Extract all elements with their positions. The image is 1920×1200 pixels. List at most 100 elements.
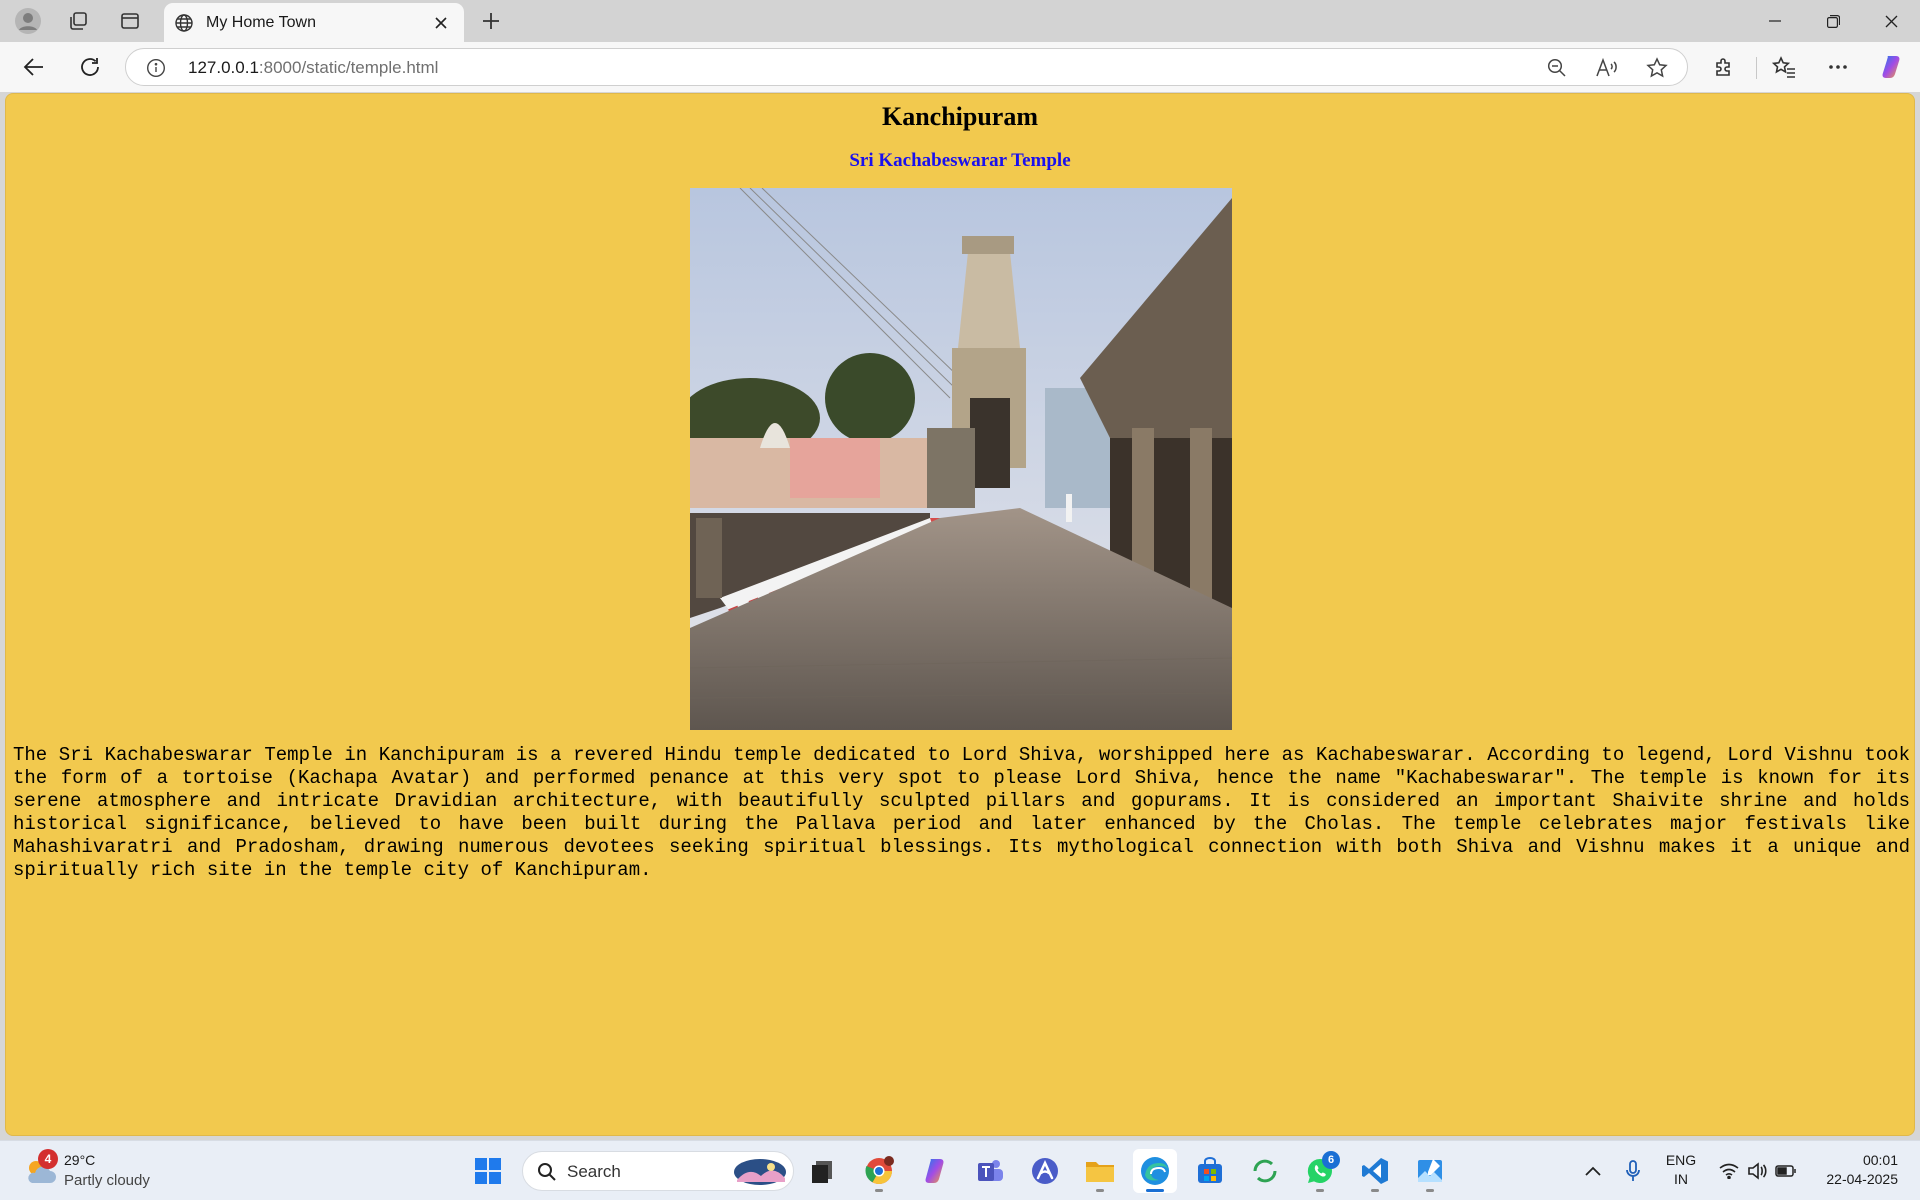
taskbar-search[interactable]: Search [522,1151,794,1191]
plus-icon [483,13,499,29]
url-path: :8000/static/temple.html [258,58,439,77]
store-icon [1198,1157,1222,1183]
volume-icon [1748,1162,1767,1180]
show-hidden-icons-button[interactable] [1580,1151,1606,1191]
copilot-icon [925,1159,944,1183]
new-tab-button[interactable] [474,6,508,36]
address-bar[interactable]: 127.0.0.1:8000/static/temple.html [125,48,1688,86]
page-subheading: Sri Kachabeswarar Temple [849,150,1071,171]
workspaces-icon [70,12,87,30]
wifi-icon [1719,1163,1739,1179]
favorite-button[interactable] [1646,57,1668,79]
input-language[interactable]: ENG IN [1660,1151,1702,1189]
star-icon [1646,57,1668,78]
extensions-button[interactable] [1706,50,1742,84]
settings-menu-button[interactable] [1820,50,1856,84]
page-paragraph: The Sri Kachabeswarar Temple in Kanchipu… [13,744,1910,881]
weather-badge: 4 [38,1149,58,1169]
taskbar-task-view[interactable] [801,1149,845,1193]
teams-icon [978,1160,1003,1181]
page-viewport: Kanchipuram Sri Kachabeswarar Temple The… [5,93,1915,1136]
workspaces-button[interactable] [58,6,98,36]
windows-icon [475,1158,501,1184]
restore-button[interactable] [1804,0,1862,42]
toolbar-divider [1756,57,1757,79]
browser-toolbar: 127.0.0.1:8000/static/temple.html [0,42,1920,92]
running-indicator [1371,1189,1379,1192]
search-icon [538,1163,556,1181]
read-aloud-icon [1596,58,1617,77]
start-button[interactable] [466,1149,510,1193]
zoom-button[interactable] [1546,57,1568,79]
read-aloud-button[interactable] [1596,57,1618,79]
system-status-button[interactable] [1716,1151,1800,1191]
arrow-left-icon [23,58,43,76]
running-indicator [1096,1189,1104,1192]
taskbar-refresh-app[interactable] [1243,1149,1287,1193]
refresh-icon [81,58,99,76]
url-text[interactable]: 127.0.0.1:8000/static/temple.html [188,58,438,78]
taskbar-arc[interactable] [1023,1149,1067,1193]
copilot-icon [1882,56,1900,78]
clock-time: 00:01 [1862,1152,1898,1168]
close-window-button[interactable] [1862,0,1920,42]
more-dots-icon [1829,65,1847,69]
tab-title: My Home Town [206,13,316,31]
taskbar-chrome[interactable] [857,1149,901,1193]
folder-icon [1086,1162,1114,1182]
weather-widget[interactable]: 4 29°C Partly cloudy [20,1149,170,1193]
minimize-button[interactable] [1746,0,1804,42]
tab-close-button[interactable] [430,12,452,34]
running-indicator [1146,1189,1164,1192]
edge-icon [1141,1157,1169,1185]
taskbar-whatsapp[interactable]: 6 [1298,1149,1342,1193]
taskbar-file-explorer[interactable] [1078,1149,1122,1193]
close-icon [435,16,447,29]
taskbar-copilot[interactable] [913,1149,957,1193]
running-indicator [875,1189,883,1192]
running-indicator [1316,1189,1324,1192]
region-code: IN [1674,1171,1688,1187]
favorites-list-icon [1772,56,1795,78]
refresh-button[interactable] [72,50,108,84]
task-view-icon [812,1161,832,1183]
language-code: ENG [1665,1152,1697,1168]
profile-icon [15,8,41,34]
page-heading: Kanchipuram [881,102,1039,131]
close-icon [1885,15,1897,27]
paint-icon [1418,1159,1442,1182]
restore-icon [1826,14,1840,28]
whatsapp-badge: 6 [1322,1151,1340,1169]
weather-temperature: 29°C [64,1152,96,1168]
profile-button[interactable] [8,6,48,36]
info-icon[interactable] [146,58,166,78]
favorites-button[interactable] [1766,50,1802,84]
minimize-icon [1769,20,1781,22]
zoom-out-icon [1547,58,1566,77]
clock-date: 22-04-2025 [1826,1171,1898,1187]
tab-actions-button[interactable] [110,6,150,36]
taskbar-vscode[interactable] [1353,1149,1397,1193]
chrome-icon [865,1156,894,1185]
search-placeholder: Search [567,1162,621,1181]
copilot-button[interactable] [1874,50,1910,84]
weather-description: Partly cloudy [64,1172,150,1189]
taskbar: 4 29°C Partly cloudy Search 6 ENG IN 00:… [0,1140,1920,1200]
microphone-button[interactable] [1620,1151,1646,1191]
vscode-icon [1362,1158,1388,1184]
globe-icon [175,13,193,32]
search-highlight-icon [734,1159,786,1185]
microphone-icon [1626,1160,1640,1181]
battery-icon [1775,1165,1796,1177]
circular-arrows-icon [1253,1159,1277,1183]
taskbar-store[interactable] [1188,1149,1232,1193]
temple-photo [690,188,1232,730]
arc-icon [1032,1158,1058,1184]
taskbar-teams[interactable] [968,1149,1012,1193]
back-button[interactable] [16,50,52,84]
vertical-tabs-icon [121,13,139,29]
taskbar-paint[interactable] [1408,1149,1452,1193]
tab-active[interactable]: My Home Town [164,3,464,42]
taskbar-clock[interactable]: 00:01 22-04-2025 [1808,1151,1898,1189]
taskbar-edge[interactable] [1133,1149,1177,1193]
